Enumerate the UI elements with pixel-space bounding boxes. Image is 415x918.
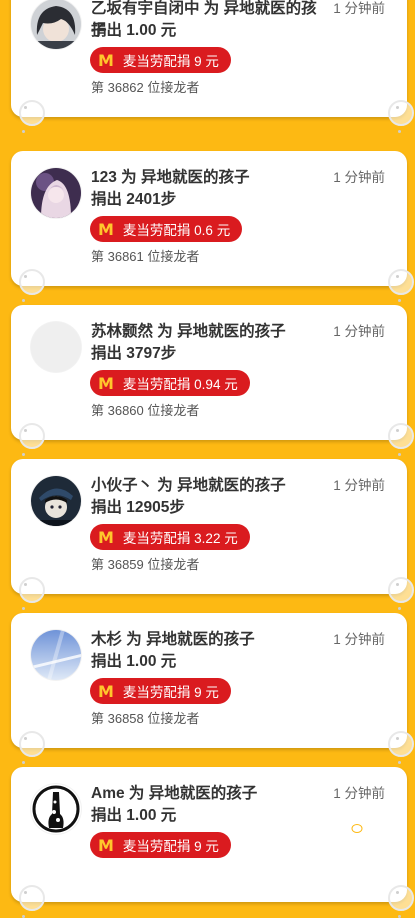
matching-badge-label: 麦当劳配捐 0.94 元 — [122, 377, 238, 392]
donation-card[interactable]: 123 为 异地就医的孩子 捐出 2401步 1 分钟前 M 麦当劳配捐 0.6 元第 … — [11, 151, 414, 302]
binder-dot — [396, 891, 399, 894]
binder-dot — [396, 429, 399, 432]
avatar-anime-cap[interactable] — [31, 476, 81, 526]
binder-dot — [398, 299, 401, 302]
donation-card[interactable]: 乙坂有宇自闭中 为 异地就医的孩子 捐出 1.00 元1 分钟前 M 麦当劳配捐 9 … — [11, 0, 414, 133]
matching-badge-label: 麦当劳配捐 0.6 元 — [122, 223, 231, 238]
relay-rank: 第 36858 位接龙者 — [91, 711, 200, 726]
binder-dot — [24, 106, 27, 109]
binder-ring — [388, 269, 414, 295]
binder-dot — [398, 761, 401, 764]
binder-dot — [396, 275, 399, 278]
binder-dot — [398, 453, 401, 456]
relay-rank: 第 36859 位接龙者 — [91, 557, 200, 572]
donor-title: 小伙子丶 为 异地就医的孩子 — [91, 477, 286, 494]
matching-badge: M 麦当劳配捐 0.94 元 — [90, 370, 250, 396]
mcdonalds-icon: M — [98, 681, 114, 701]
binder-dot — [24, 583, 27, 586]
timestamp: 1 分钟前 — [333, 170, 385, 185]
avatar-sky[interactable] — [31, 630, 81, 680]
timestamp: 1 分钟前 — [333, 786, 385, 801]
donation-amount: 捐出 1.00 元 — [91, 653, 177, 670]
timestamp: 1 分钟前 — [333, 478, 385, 493]
binder-ring — [19, 885, 45, 911]
matching-badge: M 麦当劳配捐 0.6 元 — [90, 216, 243, 242]
relay-rank: 第 36861 位接龙者 — [91, 249, 200, 264]
matching-badge: M 麦当劳配捐 9 元 — [90, 47, 231, 73]
timestamp: 1 分钟前 — [333, 632, 385, 647]
binder-dot — [22, 761, 25, 764]
avatar-purple-girl[interactable] — [31, 168, 81, 218]
relay-rank: 第 36862 位接龙者 — [91, 80, 200, 95]
donation-amount: 捐出 2401步 — [91, 191, 177, 208]
matching-badge: M 麦当劳配捐 9 元 — [90, 832, 231, 858]
mcdonalds-icon: M — [98, 219, 114, 239]
binder-dot — [396, 106, 399, 109]
matching-badge-label: 麦当劳配捐 9 元 — [122, 839, 219, 854]
mcdonalds-icon: M — [98, 373, 114, 393]
binder-dot — [24, 429, 27, 432]
avatar-placeholder[interactable] — [31, 322, 81, 372]
binder-dot — [396, 737, 399, 740]
binder-ring — [388, 731, 414, 757]
timestamp: 1 分钟前 — [333, 1, 385, 16]
binder-ring — [388, 100, 414, 126]
donation-card[interactable]: 木杉 为 异地就医的孩子 捐出 1.00 元 1 分钟前 M 麦当劳配捐 9 元第 36… — [11, 613, 414, 764]
donation-card[interactable]: 小伙子丶 为 异地就医的孩子 捐出 12905步 1 分钟前 M 麦当劳配捐 3.22 … — [11, 459, 414, 610]
watermark: 手说摄 — [345, 820, 403, 837]
binder-dot — [398, 607, 401, 610]
avatar-giraffe[interactable] — [31, 784, 81, 834]
binder-dot — [22, 299, 25, 302]
matching-badge: M 麦当劳配捐 9 元 — [90, 678, 231, 704]
matching-badge-label: 麦当劳配捐 9 元 — [122, 54, 219, 69]
donation-amount: 捐出 1.00 元 — [91, 807, 177, 824]
binder-dot — [22, 130, 25, 133]
mcdonalds-icon: M — [98, 50, 114, 70]
donation-amount: 捐出 3797步 — [91, 345, 177, 362]
donation-amount: 捐出 1.00 元 — [91, 22, 177, 39]
matching-badge-label: 麦当劳配捐 9 元 — [122, 685, 219, 700]
donation-amount: 捐出 12905步 — [91, 499, 185, 516]
binder-ring — [19, 269, 45, 295]
binder-dot — [22, 607, 25, 610]
matching-badge: M 麦当劳配捐 3.22 元 — [90, 524, 250, 550]
wechat-icon — [345, 820, 367, 837]
binder-ring — [19, 577, 45, 603]
matching-badge-label: 麦当劳配捐 3.22 元 — [122, 531, 238, 546]
timestamp: 1 分钟前 — [333, 324, 385, 339]
avatar-dark-hair[interactable] — [31, 0, 81, 49]
binder-dot — [24, 737, 27, 740]
binder-dot — [24, 275, 27, 278]
binder-dot — [24, 891, 27, 894]
donor-title: 苏林颢然 为 异地就医的孩子 — [91, 323, 286, 340]
binder-ring — [19, 423, 45, 449]
mcdonalds-icon: M — [98, 527, 114, 547]
mcdonalds-icon: M — [98, 835, 114, 855]
donation-card[interactable]: 苏林颢然 为 异地就医的孩子 捐出 3797步 1 分钟前 M 麦当劳配捐 0.94 元… — [11, 305, 414, 456]
binder-ring — [19, 731, 45, 757]
binder-dot — [398, 130, 401, 133]
binder-ring — [388, 885, 414, 911]
binder-ring — [19, 100, 45, 126]
donation-feed: 乙坂有宇自闭中 为 异地就医的孩子 捐出 1.00 元1 分钟前 M 麦当劳配捐 9 … — [0, 0, 415, 918]
binder-ring — [388, 577, 414, 603]
binder-dot — [22, 453, 25, 456]
donor-title: 木杉 为 异地就医的孩子 — [91, 631, 255, 648]
binder-ring — [388, 423, 414, 449]
donor-title: 123 为 异地就医的孩子 — [91, 169, 250, 186]
watermark-text: 手说摄 — [366, 822, 403, 836]
donor-title: Ame 为 异地就医的孩子 — [91, 785, 258, 802]
binder-dot — [396, 583, 399, 586]
relay-rank: 第 36860 位接龙者 — [91, 403, 200, 418]
